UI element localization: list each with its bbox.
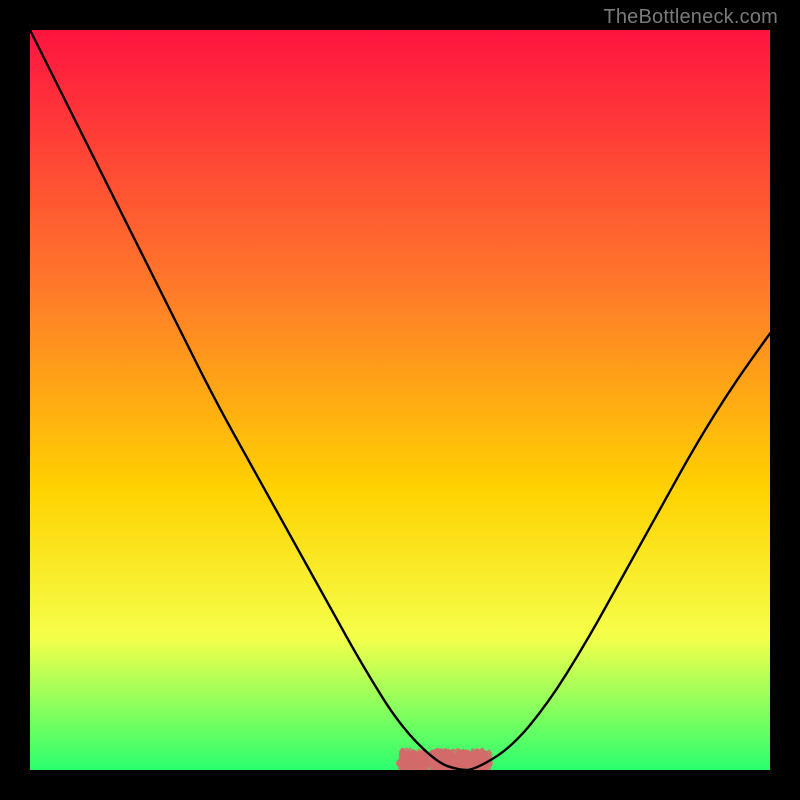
chart-frame: TheBottleneck.com	[0, 0, 800, 800]
gradient-background	[30, 30, 770, 770]
bottleneck-curve-chart	[30, 30, 770, 770]
plot-area	[30, 30, 770, 770]
watermark-label: TheBottleneck.com	[603, 6, 778, 29]
